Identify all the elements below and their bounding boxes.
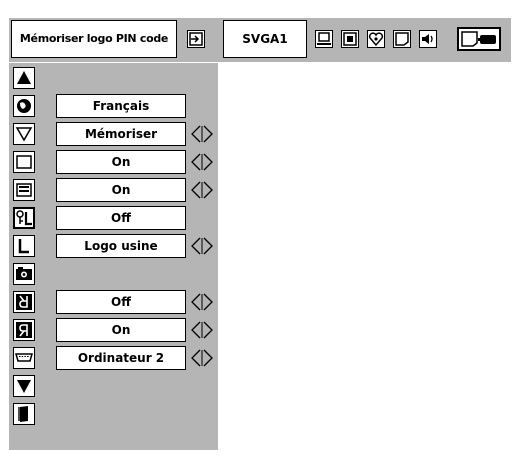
- display-icon[interactable]: [13, 151, 35, 173]
- adjust-arrows-icon[interactable]: [189, 151, 215, 173]
- adjust-arrows-icon[interactable]: [189, 347, 215, 369]
- logo-select-value: Logo usine: [56, 234, 186, 258]
- blue-back-value: Mémoriser: [56, 122, 186, 146]
- ceiling-value: Off: [56, 290, 186, 314]
- image-adjust-icon[interactable]: [367, 30, 385, 48]
- sound-icon[interactable]: [419, 30, 437, 48]
- capture-icon[interactable]: [13, 263, 35, 285]
- image-select-icon[interactable]: [341, 30, 359, 48]
- terminal-value: Ordinateur 2: [56, 346, 186, 370]
- down-arrow-icon[interactable]: [13, 375, 35, 397]
- up-arrow-icon[interactable]: [13, 67, 35, 89]
- adjust-arrows-icon[interactable]: [189, 291, 215, 313]
- menu-title: Mémoriser logo PIN code: [11, 20, 177, 58]
- rear-value: On: [56, 318, 186, 342]
- language-value: Français: [56, 94, 186, 118]
- adjust-arrows-icon[interactable]: [189, 123, 215, 145]
- menu-toolbar: Mémoriser logo PIN code SVGA1: [9, 18, 511, 62]
- language-icon[interactable]: [13, 95, 35, 117]
- blue-back-icon[interactable]: [13, 123, 35, 145]
- ceiling-icon[interactable]: [13, 291, 35, 313]
- adjust-arrows-icon[interactable]: [189, 319, 215, 341]
- adjust-arrows-icon[interactable]: [189, 179, 215, 201]
- display-value: On: [56, 150, 186, 174]
- logo-pin-lock-icon[interactable]: [13, 207, 35, 229]
- pc-adjust-icon[interactable]: [315, 30, 333, 48]
- input-mode-label: SVGA1: [223, 20, 307, 58]
- logo-select-icon[interactable]: [13, 235, 35, 257]
- setting-menu-panel: Français Mémoriser On On Off Logo usine: [9, 63, 218, 450]
- screen-icon[interactable]: [393, 30, 411, 48]
- rear-icon[interactable]: [13, 319, 35, 341]
- logo-pin-lock-value: Off: [56, 206, 186, 230]
- adjust-arrows-icon[interactable]: [189, 235, 215, 257]
- exit-icon[interactable]: [13, 403, 35, 425]
- input-icon[interactable]: [187, 30, 205, 48]
- logo-icon[interactable]: [13, 179, 35, 201]
- logo-value: On: [56, 178, 186, 202]
- setting-icon[interactable]: [457, 27, 501, 51]
- terminal-icon[interactable]: [13, 347, 35, 369]
